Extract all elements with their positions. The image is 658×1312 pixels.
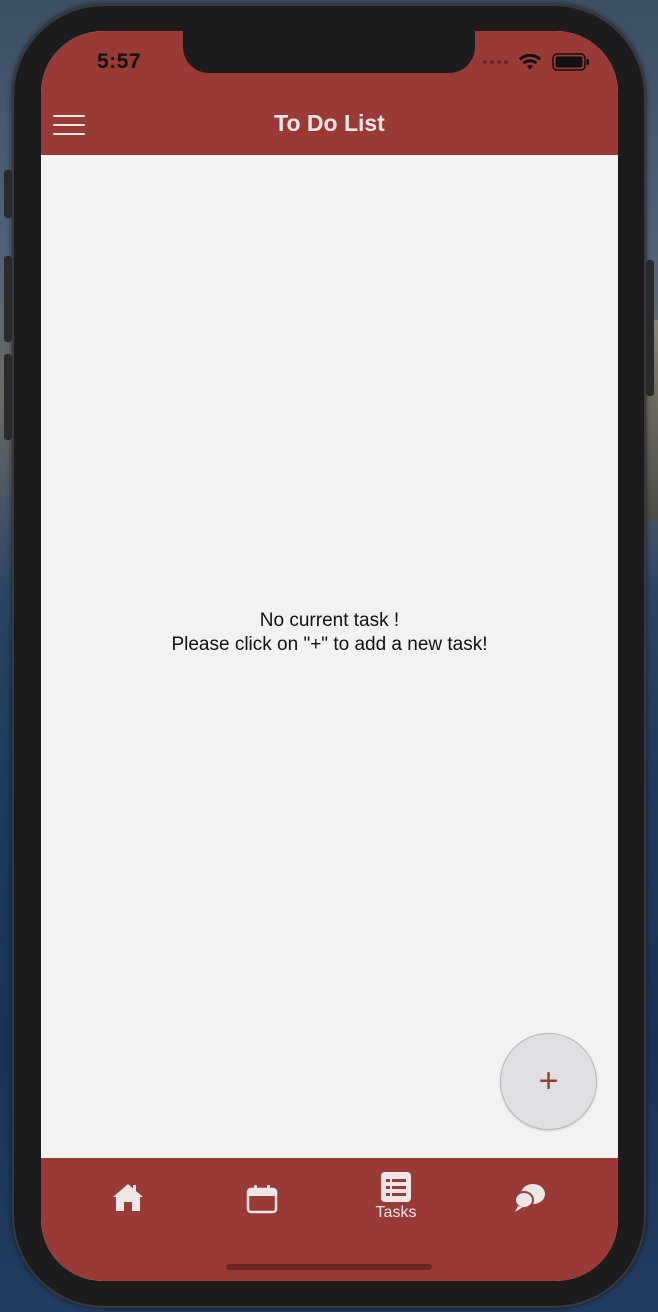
empty-state-message: No current task ! Please click on "+" to… [41, 609, 618, 657]
calendar-icon [246, 1185, 278, 1214]
battery-icon [552, 53, 589, 71]
volume-up-button [4, 256, 12, 342]
home-icon [113, 1184, 143, 1211]
tab-chat[interactable] [480, 1182, 580, 1262]
mute-switch [4, 170, 12, 218]
plus-icon: + [538, 1062, 559, 1100]
list-icon [381, 1172, 411, 1202]
tab-calendar[interactable] [212, 1184, 312, 1264]
bottom-tab-bar: Tasks [41, 1158, 618, 1281]
home-indicator[interactable] [226, 1264, 432, 1270]
power-button [646, 260, 654, 396]
tab-home[interactable] [78, 1182, 178, 1262]
status-time: 5:57 [97, 50, 142, 73]
device-notch [183, 31, 475, 73]
page-title: To Do List [274, 110, 385, 136]
signal-icon [483, 60, 508, 64]
chat-icon [514, 1184, 545, 1212]
tab-tasks-label: Tasks [375, 1204, 417, 1221]
empty-state-line-1: No current task ! [259, 610, 400, 631]
status-icons [483, 53, 590, 71]
volume-down-button [4, 354, 12, 440]
add-task-button[interactable]: + [500, 1033, 597, 1130]
wifi-icon [518, 53, 542, 70]
empty-state-line-2: Please click on "+" to add a new task! [171, 634, 488, 655]
app-screen: 5:57 To Do List No current task ! Please… [41, 31, 618, 1281]
tab-tasks[interactable]: Tasks [346, 1172, 446, 1252]
